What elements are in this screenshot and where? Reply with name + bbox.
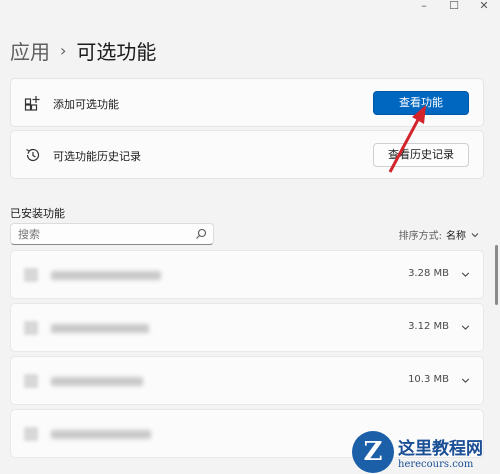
minimize-icon[interactable]: – xyxy=(414,0,434,14)
installed-feature-item[interactable]: 10.3 MB xyxy=(10,356,484,405)
watermark-text: 这里教程网 herecours.com xyxy=(398,434,483,470)
history-icon xyxy=(26,148,40,162)
watermark-title: 这里教程网 xyxy=(398,439,483,459)
watermark: Z 这里教程网 herecours.com xyxy=(352,430,498,474)
installed-features-heading: 已安装功能 xyxy=(10,207,65,220)
search-box xyxy=(10,223,214,245)
feature-name-redacted xyxy=(51,377,143,386)
add-optional-feature-label: 添加可选功能 xyxy=(53,98,119,111)
breadcrumb-parent[interactable]: 应用 xyxy=(10,36,50,65)
chevron-down-icon[interactable] xyxy=(460,375,471,386)
page-title: 可选功能 xyxy=(76,40,157,64)
chevron-down-icon[interactable] xyxy=(460,269,471,280)
feature-name-redacted xyxy=(51,324,149,333)
sort-dropdown[interactable]: 排序方式: 名称 xyxy=(399,227,480,242)
watermark-url: herecours.com xyxy=(398,459,474,470)
feature-icon xyxy=(24,427,38,441)
add-feature-icon xyxy=(24,96,40,111)
watermark-logo: Z xyxy=(352,431,394,473)
feature-icon xyxy=(24,321,38,335)
feature-size: 3.28 MB xyxy=(408,268,449,279)
chevron-down-icon xyxy=(471,232,479,237)
feature-history-label: 可选功能历史记录 xyxy=(53,150,141,163)
window-titlebar: – ☐ ✕ xyxy=(0,0,500,14)
sort-label: 排序方式: xyxy=(398,231,442,242)
feature-name-redacted xyxy=(51,271,161,280)
maximize-icon[interactable]: ☐ xyxy=(444,0,464,14)
feature-name-redacted xyxy=(51,430,151,439)
installed-feature-item[interactable]: 3.12 MB xyxy=(10,303,484,352)
annotation-arrow-icon xyxy=(388,105,426,173)
search-input[interactable] xyxy=(11,224,191,244)
feature-icon xyxy=(24,374,38,388)
feature-size: 10.3 MB xyxy=(408,374,449,385)
installed-feature-item[interactable]: 3.28 MB xyxy=(10,250,484,299)
search-icon[interactable] xyxy=(195,228,207,240)
close-icon[interactable]: ✕ xyxy=(474,0,494,14)
breadcrumb: 应用 › 可选功能 xyxy=(10,36,156,65)
sort-value: 名称 xyxy=(446,231,466,242)
scrollbar[interactable] xyxy=(495,245,498,305)
feature-icon xyxy=(24,268,38,282)
feature-size: 3.12 MB xyxy=(408,321,449,332)
chevron-down-icon[interactable] xyxy=(460,322,471,333)
breadcrumb-separator: › xyxy=(60,41,67,60)
